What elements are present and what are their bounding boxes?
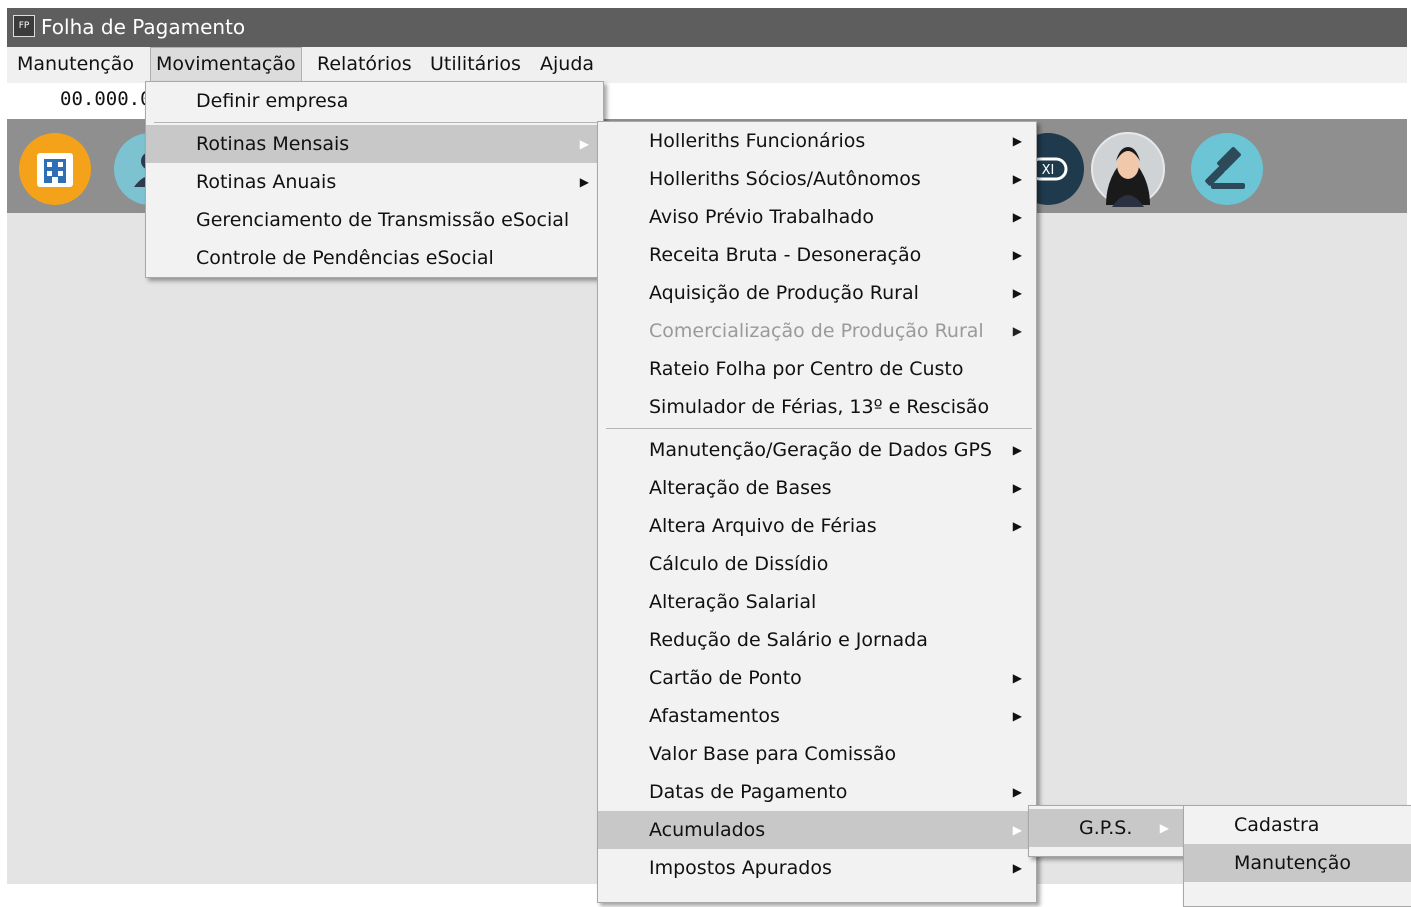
menu-item-simulador-ferias[interactable]: Simulador de Férias, 13º e Rescisão <box>598 388 1036 426</box>
rotinas-mensais-menu: Holleriths Funcionários ▶ Holleriths Sóci… <box>597 121 1037 903</box>
acumulados-menu: G.P.S. ▶ <box>1028 805 1184 857</box>
submenu-arrow-icon: ▶ <box>1012 443 1022 457</box>
company-code: 00.000.0 <box>60 88 152 110</box>
menu-item-holleriths-funcionarios[interactable]: Holleriths Funcionários ▶ <box>598 122 1036 160</box>
submenu-arrow-icon: ▶ <box>579 137 589 151</box>
menu-item-rateio-folha[interactable]: Rateio Folha por Centro de Custo <box>598 350 1036 388</box>
menu-item-holleriths-socios[interactable]: Holleriths Sócios/Autônomos ▶ <box>598 160 1036 198</box>
submenu-arrow-icon: ▶ <box>1012 519 1022 533</box>
menu-item-acumulados[interactable]: Acumulados ▶ <box>598 811 1036 849</box>
menu-item-calculo-dissidio[interactable]: Cálculo de Dissídio <box>598 545 1036 583</box>
menu-separator <box>606 428 1032 429</box>
submenu-arrow-icon: ▶ <box>1012 481 1022 495</box>
menu-item-rotinas-anuais[interactable]: Rotinas Anuais ▶ <box>146 163 603 201</box>
menu-item-manutencao[interactable]: Manutenção <box>1184 844 1411 882</box>
submenu-arrow-icon: ▶ <box>1012 324 1022 338</box>
menu-separator <box>154 122 599 123</box>
menu-item-afastamentos[interactable]: Afastamentos ▶ <box>598 697 1036 735</box>
submenu-arrow-icon: ▶ <box>579 175 589 189</box>
menu-item-aquisicao-producao-rural[interactable]: Aquisição de Produção Rural ▶ <box>598 274 1036 312</box>
menu-item-reducao-salario[interactable]: Redução de Salário e Jornada <box>598 621 1036 659</box>
assistant-avatar-icon[interactable] <box>1090 131 1166 207</box>
submenu-arrow-icon: ▶ <box>1159 821 1169 835</box>
submenu-arrow-icon: ▶ <box>1012 286 1022 300</box>
menu-item-alteracao-salarial[interactable]: Alteração Salarial <box>598 583 1036 621</box>
menu-item-gerenciamento-esocial[interactable]: Gerenciamento de Transmissão eSocial <box>146 201 603 239</box>
menu-manutencao[interactable]: Manutenção <box>11 47 140 83</box>
submenu-arrow-icon: ▶ <box>1012 134 1022 148</box>
menu-ajuda[interactable]: Ajuda <box>534 47 600 83</box>
menu-item-valor-base-comissao[interactable]: Valor Base para Comissão <box>598 735 1036 773</box>
menu-item-gps[interactable]: G.P.S. ▶ <box>1029 809 1183 847</box>
window-title: Folha de Pagamento <box>41 15 246 39</box>
menu-item-controle-pendencias[interactable]: Controle de Pendências eSocial <box>146 239 603 277</box>
menu-item-alteracao-bases[interactable]: Alteração de Bases ▶ <box>598 469 1036 507</box>
menu-item-cartao-ponto[interactable]: Cartão de Ponto ▶ <box>598 659 1036 697</box>
menu-item-altera-arquivo-ferias[interactable]: Altera Arquivo de Férias ▶ <box>598 507 1036 545</box>
menu-relatorios[interactable]: Relatórios <box>311 47 418 83</box>
menu-bar: Manutenção Movimentação Relatórios Utili… <box>7 47 1407 83</box>
submenu-arrow-icon: ▶ <box>1012 248 1022 262</box>
menu-item-impostos-apurados[interactable]: Impostos Apurados ▶ <box>598 849 1036 887</box>
menu-item-dados-gps[interactable]: Manutenção/Geração de Dados GPS ▶ <box>598 431 1036 469</box>
submenu-arrow-icon: ▶ <box>1012 785 1022 799</box>
submenu-arrow-icon: ▶ <box>1012 210 1022 224</box>
menu-item-comercializacao-producao-rural: Comercialização de Produção Rural ▶ <box>598 312 1036 350</box>
menu-item-receita-bruta[interactable]: Receita Bruta - Desoneração ▶ <box>598 236 1036 274</box>
movimentacao-menu: Definir empresa Rotinas Mensais ▶ Rotinas… <box>145 81 604 278</box>
svg-text:XI: XI <box>1042 163 1055 178</box>
menu-utilitarios[interactable]: Utilitários <box>424 47 527 83</box>
submenu-arrow-icon: ▶ <box>1012 823 1022 837</box>
app-icon: FP <box>13 15 35 37</box>
menu-movimentacao[interactable]: Movimentação <box>150 47 302 83</box>
company-icon[interactable] <box>17 131 93 207</box>
legal-gavel-icon[interactable] <box>1189 131 1265 207</box>
title-bar: FP Folha de Pagamento <box>7 8 1407 47</box>
submenu-arrow-icon: ▶ <box>1012 861 1022 875</box>
gps-menu: Cadastra Manutenção <box>1183 805 1411 907</box>
menu-item-aviso-previo[interactable]: Aviso Prévio Trabalhado ▶ <box>598 198 1036 236</box>
menu-item-rotinas-mensais[interactable]: Rotinas Mensais ▶ <box>146 125 603 163</box>
submenu-arrow-icon: ▶ <box>1012 172 1022 186</box>
menu-item-definir-empresa[interactable]: Definir empresa <box>146 82 603 120</box>
menu-item-cadastra[interactable]: Cadastra <box>1184 806 1411 844</box>
submenu-arrow-icon: ▶ <box>1012 709 1022 723</box>
menu-item-datas-pagamento[interactable]: Datas de Pagamento ▶ <box>598 773 1036 811</box>
submenu-arrow-icon: ▶ <box>1012 671 1022 685</box>
